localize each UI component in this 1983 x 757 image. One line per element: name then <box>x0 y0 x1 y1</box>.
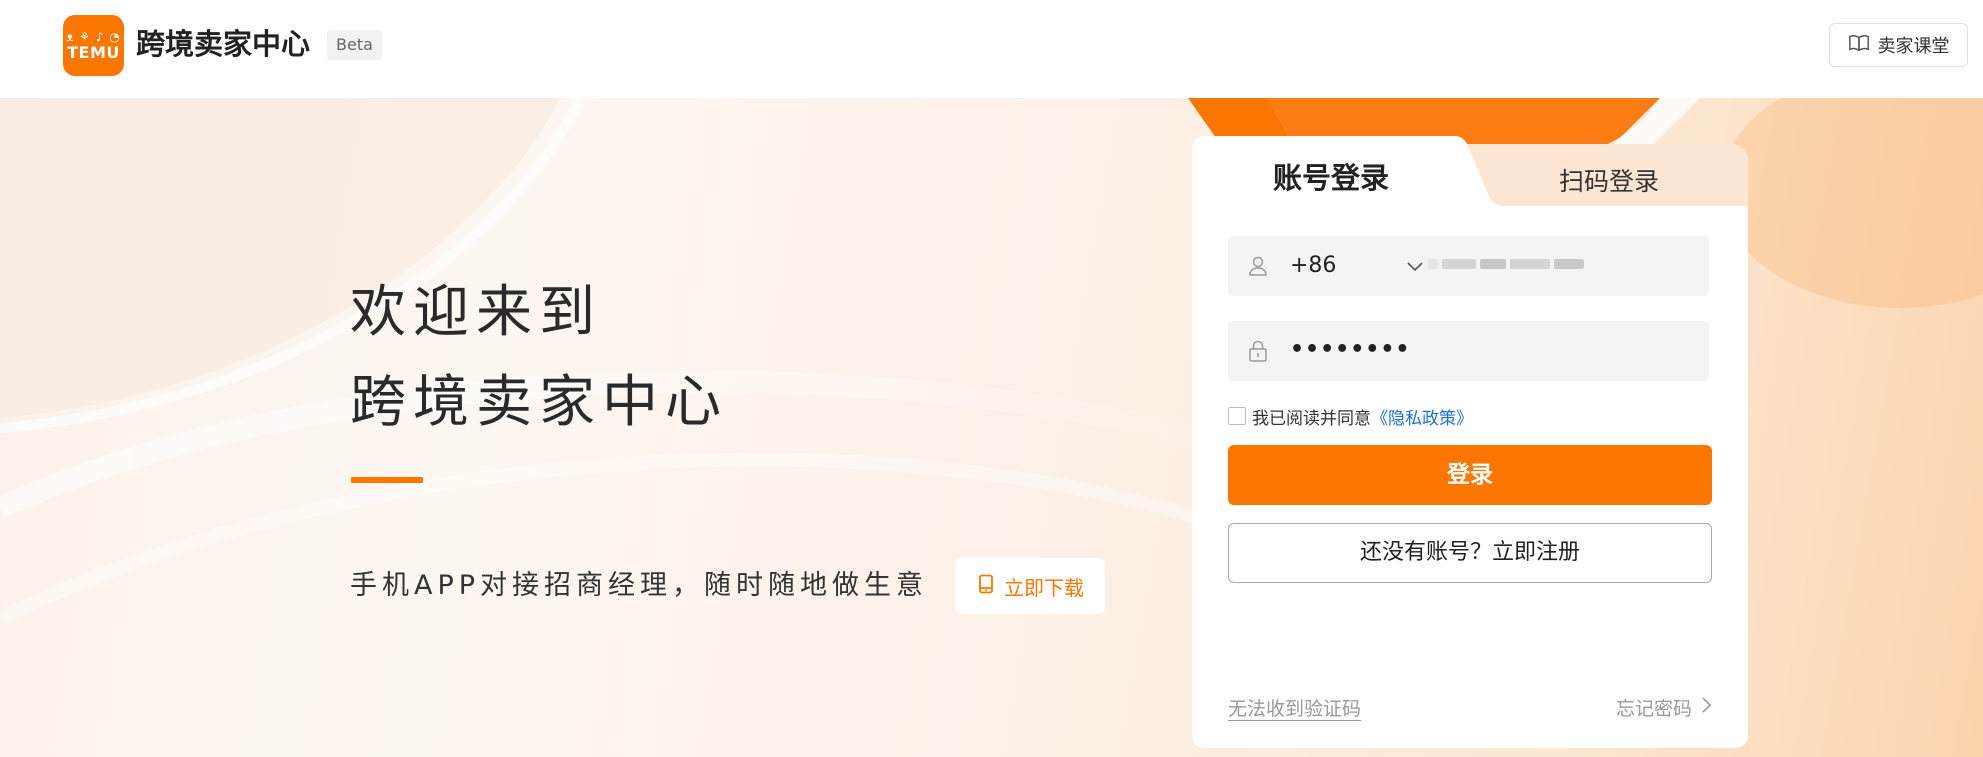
welcome-line-1: 欢迎来到 <box>350 280 602 345</box>
seller-course-button[interactable]: 卖家课堂 <box>1829 23 1968 67</box>
temu-logo[interactable]: ᴥ ⚘ ♪ ◔ TEMU <box>63 15 124 76</box>
login-form: 账号登录 扫码登录 +86 •••••••• 我已阅读并同意 《隐私政策》 登录… <box>1192 136 1748 748</box>
password-input[interactable]: •••••••• <box>1228 321 1709 381</box>
logo-glyphs: ᴥ ⚘ ♪ ◔ <box>66 29 121 44</box>
top-header: ᴥ ⚘ ♪ ◔ TEMU 跨境卖家中心 Beta 卖家课堂 <box>0 0 1983 98</box>
password-mask: •••••••• <box>1290 337 1411 362</box>
download-label: 立即下载 <box>1004 575 1084 600</box>
logo-word: TEMU <box>67 42 120 62</box>
site-title: 跨境卖家中心 <box>136 27 311 61</box>
seller-course-label: 卖家课堂 <box>1877 36 1950 57</box>
tab-account-login[interactable]: 账号登录 <box>1192 156 1470 200</box>
phone-icon <box>976 574 996 599</box>
privacy-agreement: 我已阅读并同意 《隐私政策》 <box>1228 404 1473 429</box>
welcome-line-2: 跨境卖家中心 <box>350 370 728 435</box>
phone-number-redacted <box>1428 251 1584 277</box>
download-app-button[interactable]: 立即下载 <box>955 558 1105 614</box>
beta-badge: Beta <box>327 30 382 60</box>
register-button[interactable]: 还没有账号？立即注册 <box>1228 523 1712 583</box>
chevron-down-icon[interactable] <box>1406 258 1424 272</box>
tab-qr-login[interactable]: 扫码登录 <box>1470 160 1748 204</box>
app-tagline: 手机APP对接招商经理，随时随地做生意 <box>350 570 929 601</box>
phone-input[interactable]: +86 <box>1228 236 1709 296</box>
login-card: 账号登录 扫码登录 +86 •••••••• 我已阅读并同意 《隐私政策》 登录… <box>1192 136 1748 748</box>
forgot-password-link[interactable]: 忘记密码 <box>1616 694 1712 721</box>
chevron-right-icon <box>1700 696 1712 719</box>
accent-divider <box>351 477 423 483</box>
user-icon <box>1246 254 1270 278</box>
privacy-policy-link[interactable]: 《隐私政策》 <box>1371 404 1473 429</box>
country-code-select[interactable]: +86 <box>1290 252 1336 280</box>
no-verification-code-link[interactable]: 无法收到验证码 <box>1228 694 1361 721</box>
welcome-heading: 欢迎来到 跨境卖家中心 <box>350 268 728 448</box>
lock-icon <box>1246 339 1270 363</box>
book-icon <box>1848 32 1870 59</box>
agree-text: 我已阅读并同意 <box>1252 408 1371 429</box>
login-button[interactable]: 登录 <box>1228 445 1712 505</box>
agree-checkbox[interactable] <box>1228 407 1246 425</box>
forgot-password-label: 忘记密码 <box>1615 698 1692 720</box>
